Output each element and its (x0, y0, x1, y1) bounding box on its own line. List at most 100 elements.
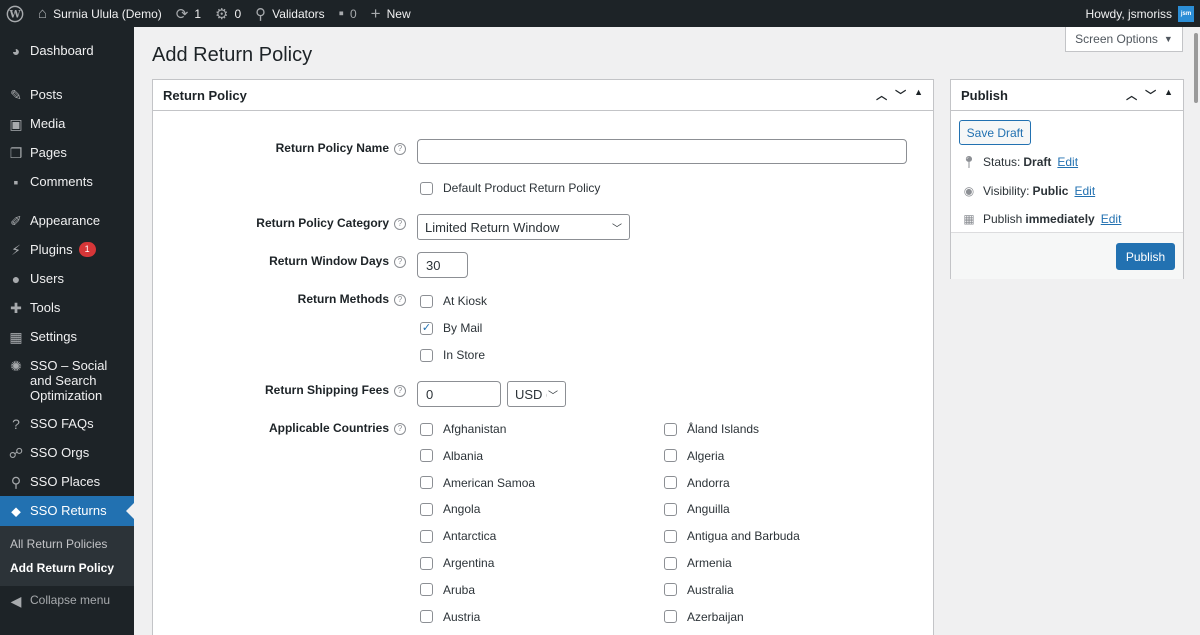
howdy-text: Howdy, jsmoriss (1085, 6, 1172, 21)
country-checkbox-row[interactable]: Albania (420, 449, 483, 463)
sidebar-item-sso-places[interactable]: ⚲ SSO Places (0, 467, 134, 496)
method-checkbox[interactable] (420, 294, 433, 308)
country-checkbox[interactable] (420, 583, 433, 597)
help-icon[interactable]: ? (394, 422, 406, 435)
help-icon[interactable]: ? (394, 384, 406, 397)
country-checkbox[interactable] (664, 422, 677, 436)
country-checkbox-row[interactable]: Afghanistan (420, 422, 506, 436)
sidebar-item-sso[interactable]: ✺ SSO – Social and Search Optimization (0, 351, 134, 409)
country-checkbox-row[interactable]: Antigua and Barbuda (664, 529, 800, 543)
country-label: Albania (443, 448, 484, 463)
country-checkbox[interactable] (664, 610, 677, 624)
country-checkbox-row[interactable]: Algeria (664, 449, 724, 463)
toggle-panel-icon[interactable]: ▲ (914, 87, 923, 103)
return-policy-name-input[interactable] (417, 139, 907, 164)
country-checkbox-row[interactable]: Argentina (420, 556, 494, 570)
site-name-link[interactable]: ⌂ Surnia Ulula (Demo) (31, 0, 169, 27)
countries-label-text: Applicable Countries (268, 421, 389, 435)
country-checkbox-row[interactable]: Austria (420, 610, 480, 624)
method-checkbox[interactable] (420, 348, 433, 362)
edit-schedule-link[interactable]: Edit (1101, 212, 1122, 226)
country-checkbox-row[interactable]: Anguilla (664, 502, 730, 516)
method-by-mail[interactable]: ✓ By Mail (420, 321, 482, 335)
sidebar-item-comments[interactable]: ▪ Comments (0, 167, 134, 196)
sidebar-item-users[interactable]: ● Users (0, 264, 134, 293)
wordpress-logo-icon[interactable]: W (0, 0, 31, 27)
country-checkbox[interactable] (664, 449, 677, 463)
help-icon[interactable]: ? (394, 255, 406, 268)
sidebar-item-sso-faqs[interactable]: ? SSO FAQs (0, 409, 134, 438)
edit-status-link[interactable]: Edit (1057, 155, 1078, 169)
sidebar-item-sso-orgs[interactable]: ☍ SSO Orgs (0, 438, 134, 467)
sidebar-item-dashboard[interactable]: ◕ Dashboard (0, 36, 134, 68)
sidebar-item-posts[interactable]: ✎ Posts (0, 80, 134, 109)
move-down-icon[interactable]: ﹀ (1145, 87, 1156, 103)
edit-visibility-link[interactable]: Edit (1074, 184, 1095, 198)
sidebar-item-pages[interactable]: ❐ Pages (0, 138, 134, 167)
validators-link[interactable]: ⚲ Validators (248, 0, 331, 27)
submenu-add-return-policy[interactable]: Add Return Policy (0, 556, 134, 580)
scrollbar[interactable] (1192, 27, 1200, 107)
new-content-link[interactable]: + New (364, 0, 418, 27)
country-checkbox[interactable] (664, 529, 677, 543)
category-select[interactable]: Limited Return Window ﹀ (417, 214, 630, 240)
country-checkbox[interactable] (420, 556, 433, 570)
country-checkbox-row[interactable]: Armenia (664, 556, 732, 570)
my-account[interactable]: Howdy, jsmoriss jsm (1086, 0, 1200, 27)
sidebar-item-sso-returns[interactable]: ⬥ SSO Returns (0, 496, 134, 526)
country-checkbox[interactable] (420, 449, 433, 463)
default-policy-checkbox-row[interactable]: Default Product Return Policy (420, 181, 600, 195)
method-in-store[interactable]: In Store (420, 348, 485, 362)
media-icon: ▣ (9, 115, 23, 132)
method-checkbox[interactable]: ✓ (420, 321, 433, 335)
country-label: Argentina (443, 556, 495, 570)
sidebar-item-appearance[interactable]: ✐ Appearance (0, 206, 134, 235)
country-checkbox-row[interactable]: American Samoa (420, 476, 535, 490)
sidebar-item-media[interactable]: ▣ Media (0, 109, 134, 138)
country-checkbox-row[interactable]: Åland Islands (664, 422, 759, 436)
move-up-icon[interactable]: ︿ (1126, 87, 1137, 103)
metabox-header: Publish ︿ ﹀ ▲ (951, 80, 1183, 111)
country-checkbox[interactable] (420, 529, 433, 543)
sidebar-item-tools[interactable]: ✚ Tools (0, 293, 134, 322)
submenu-all-return-policies[interactable]: All Return Policies (0, 532, 134, 556)
country-checkbox[interactable] (664, 502, 677, 516)
country-checkbox[interactable] (420, 476, 433, 490)
default-policy-checkbox[interactable] (420, 181, 433, 195)
updates-link[interactable]: ⟳ 1 (169, 0, 208, 27)
country-checkbox-row[interactable]: Australia (664, 583, 734, 597)
country-checkbox[interactable] (420, 422, 433, 436)
country-checkbox-row[interactable]: Azerbaijan (664, 610, 744, 624)
sidebar-item-settings[interactable]: ▦ Settings (0, 322, 134, 351)
shipping-fees-input[interactable]: 0 (417, 381, 501, 407)
move-down-icon[interactable]: ﹀ (895, 87, 906, 103)
window-days-input[interactable]: 30 (417, 252, 468, 278)
currency-select[interactable]: USD ( ﹀ (507, 381, 566, 407)
groups-icon: ☍ (8, 444, 24, 461)
collapse-menu-button[interactable]: ◀ Collapse menu (0, 586, 134, 615)
country-checkbox-row[interactable]: Angola (420, 502, 480, 516)
category-value: Limited Return Window (425, 219, 560, 235)
comments-link[interactable]: ▪ 0 (332, 0, 364, 27)
country-checkbox-row[interactable]: Andorra (664, 476, 730, 490)
save-draft-button[interactable]: Save Draft (959, 120, 1031, 145)
screen-options-button[interactable]: Screen Options ▼ (1065, 27, 1183, 52)
country-checkbox[interactable] (664, 556, 677, 570)
country-checkbox[interactable] (420, 610, 433, 624)
help-icon[interactable]: ? (394, 293, 406, 306)
country-checkbox[interactable] (420, 502, 433, 516)
country-checkbox-row[interactable]: Antarctica (420, 529, 496, 543)
sidebar-item-label: Users (30, 271, 64, 286)
toggle-panel-icon[interactable]: ▲ (1164, 87, 1173, 103)
country-checkbox[interactable] (664, 476, 677, 490)
pending-link[interactable]: ⚙ 0 (208, 0, 248, 27)
move-up-icon[interactable]: ︿ (876, 87, 887, 103)
help-icon[interactable]: ? (394, 142, 406, 155)
metabox-title: Return Policy (163, 87, 247, 103)
publish-button[interactable]: Publish (1116, 243, 1175, 270)
method-at-kiosk[interactable]: At Kiosk (420, 294, 487, 308)
help-icon[interactable]: ? (394, 217, 406, 230)
sidebar-item-plugins[interactable]: ⚡ Plugins 1 (0, 235, 134, 264)
country-checkbox-row[interactable]: Aruba (420, 583, 475, 597)
country-checkbox[interactable] (664, 583, 677, 597)
